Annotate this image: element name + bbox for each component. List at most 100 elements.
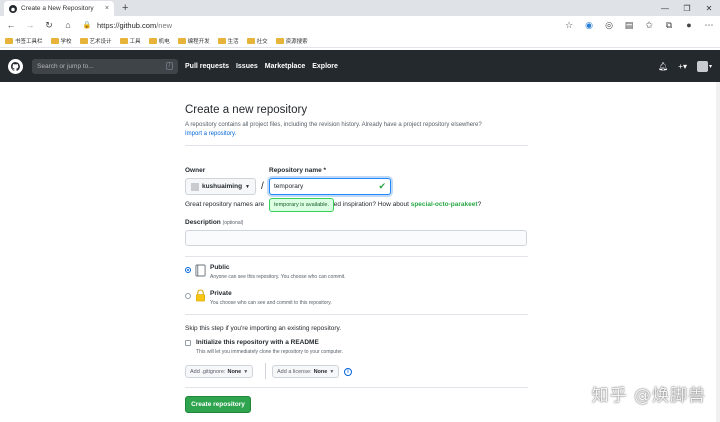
folder-icon [217, 37, 226, 44]
gitignore-label: Add .gitignore: [190, 368, 226, 375]
bookmark-label: 学校 [60, 38, 72, 45]
page-title: Create a new repository [185, 104, 308, 116]
search-shortcut-key: / [165, 62, 173, 70]
description-input[interactable] [185, 230, 527, 246]
repository-name-input[interactable]: temporary ✔ [269, 178, 391, 195]
subtitle-text: A repository contains all project files,… [185, 122, 482, 128]
check-icon: ✔ [378, 181, 386, 191]
url-text: https://github.com/new [97, 21, 172, 30]
header-actions: 🔔︎ +▾ ▾ [658, 60, 712, 72]
license-select[interactable]: Add a license: None ▼ [272, 365, 340, 378]
readme-note: This will let you immediately clone the … [196, 349, 344, 355]
gitignore-select[interactable]: Add .gitignore: None ▼ [185, 365, 254, 378]
github-logo-icon[interactable] [8, 58, 23, 74]
extension-2-icon[interactable]: ◎ [604, 20, 614, 31]
info-icon[interactable]: i [344, 368, 352, 376]
public-title: Public [210, 264, 230, 271]
lock-icon: 🔒 [82, 22, 92, 29]
folder-icon [275, 37, 284, 44]
nav-pull-requests[interactable]: Pull requests [185, 63, 229, 70]
profile-icon[interactable]: ● [684, 20, 694, 30]
forward-icon[interactable]: → [25, 20, 35, 30]
bookmark-label: 生活 [227, 38, 239, 45]
folder-icon [148, 37, 157, 44]
bookmark-folder[interactable]: 生活 [217, 37, 239, 45]
bookmark-folder[interactable]: 艺术设计 [79, 37, 112, 45]
suggested-name-link[interactable]: special-octo-parakeet [411, 201, 478, 208]
create-new-dropdown[interactable]: +▾ [678, 62, 687, 71]
divider [185, 387, 528, 388]
private-note: You choose who can see and commit to thi… [210, 300, 332, 306]
bookmark-folder[interactable]: 资源搜索 [275, 37, 308, 45]
bookmark-label: 社交 [256, 38, 268, 45]
github-header: Search or jump to... / Pull requests Iss… [0, 50, 720, 82]
divider [185, 314, 528, 315]
watermark: 知乎 @焕脚兽 [591, 386, 706, 406]
user-menu[interactable]: ▾ [696, 60, 712, 72]
bookmark-folder[interactable]: 编程开发 [177, 37, 210, 45]
reload-icon[interactable]: ↻ [44, 20, 54, 31]
avatar-caret-icon: ▾ [708, 63, 712, 70]
bookmark-folder[interactable]: 书签工具栏 [5, 37, 43, 45]
nav-explore[interactable]: Explore [312, 63, 338, 70]
readme-checkbox[interactable] [185, 340, 191, 346]
description-label-text: Description [185, 219, 221, 226]
chevron-down-icon: ▼ [243, 368, 249, 375]
back-icon[interactable]: ← [6, 20, 16, 30]
bookmarks-bar: 书签工具栏 学校 艺术设计 工具 机电 编程开发 生活 社交 资源搜索 [0, 34, 720, 48]
page-scrollbar[interactable] [716, 82, 720, 422]
availability-tooltip: temporary is available. [269, 198, 335, 212]
url-prefix: https:// [97, 20, 120, 30]
license-value: None [313, 368, 328, 375]
private-radio[interactable] [185, 293, 191, 299]
bookmark-label: 编程开发 [187, 38, 210, 45]
header-nav: Pull requests Issues Marketplace Explore [185, 63, 338, 70]
extension-icon[interactable]: ◉ [584, 20, 594, 31]
github-favicon-icon [9, 4, 17, 13]
favorite-star-icon[interactable]: ☆ [564, 20, 574, 31]
maximize-button[interactable]: ❐ [676, 0, 698, 16]
close-window-button[interactable]: ✕ [698, 0, 720, 16]
bookmark-folder[interactable]: 社交 [246, 37, 268, 45]
url-path: /new [156, 20, 173, 30]
browser-tab[interactable]: Create a New Repository × [4, 1, 114, 16]
favorites-icon[interactable]: ✩ [644, 20, 654, 31]
create-repository-button[interactable]: Create repository [185, 396, 251, 413]
optional-tag: (optional) [222, 220, 244, 226]
nav-marketplace[interactable]: Marketplace [265, 63, 305, 70]
window-controls: — ❐ ✕ [654, 0, 720, 16]
nav-issues[interactable]: Issues [236, 63, 258, 70]
description-label: Description (optional) [185, 219, 243, 226]
minimize-button[interactable]: — [654, 0, 676, 16]
divider [185, 145, 528, 146]
select-separator [265, 363, 266, 379]
tab-close-icon[interactable]: × [105, 5, 109, 12]
owner-select[interactable]: kushuaiming ▼ [185, 178, 256, 195]
public-radio[interactable] [185, 267, 191, 273]
chevron-down-icon: ▼ [329, 368, 335, 375]
bookmark-label: 书签工具栏 [15, 38, 43, 45]
avatar [191, 182, 199, 191]
collections-icon[interactable]: ⧉ [664, 20, 674, 31]
address-bar[interactable]: 🔒 https://github.com/new [82, 18, 555, 32]
chevron-down-icon: ▼ [245, 183, 250, 190]
hint-prefix: Great repository names are [185, 201, 265, 208]
bookmark-folder[interactable]: 机电 [148, 37, 170, 45]
import-repository-link[interactable]: Import a repository. [185, 131, 236, 137]
search-placeholder: Search or jump to... [37, 62, 94, 70]
bookmark-folder[interactable]: 学校 [50, 37, 72, 45]
extension-3-icon[interactable]: ▤ [624, 20, 634, 31]
page-subtitle: A repository contains all project files,… [185, 121, 530, 139]
toolbar-icons: ☆ ◉ ◎ ▤ ✩ ⧉ ● ⋯ [564, 20, 714, 31]
repository-name-value: temporary [274, 183, 304, 190]
bell-icon[interactable]: 🔔︎ [658, 62, 668, 71]
bookmark-folder[interactable]: 工具 [119, 37, 141, 45]
bookmark-label: 资源搜索 [285, 38, 308, 45]
folder-icon [246, 37, 255, 44]
new-tab-button[interactable]: + [122, 1, 128, 15]
more-menu-icon[interactable]: ⋯ [704, 20, 714, 31]
search-input[interactable]: Search or jump to... / [32, 58, 178, 74]
folder-icon [119, 37, 128, 44]
home-icon[interactable]: ⌂ [63, 20, 73, 30]
skip-note: Skip this step if you're importing an ex… [185, 325, 342, 332]
